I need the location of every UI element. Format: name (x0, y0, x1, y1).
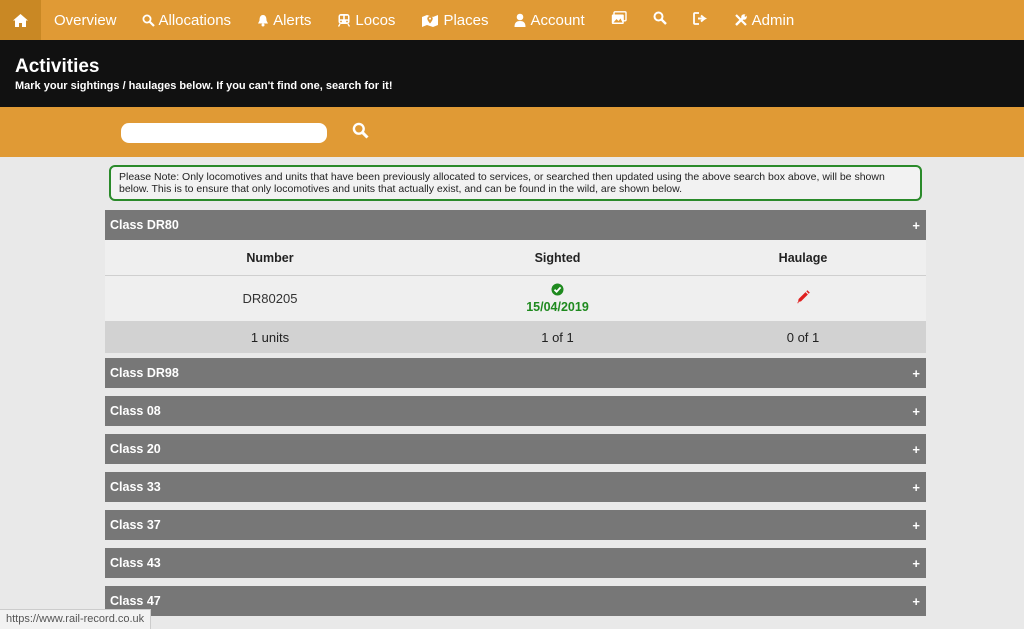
bell-icon (257, 14, 269, 27)
nav-search[interactable] (640, 0, 680, 40)
class-name: Class DR98 (110, 366, 179, 380)
expand-toggle[interactable]: + (912, 556, 920, 571)
sign-out-icon (692, 11, 708, 29)
class-header-dr80[interactable]: Class DR80 + (105, 210, 926, 240)
expand-toggle[interactable]: + (912, 480, 920, 495)
nav-overview-label: Overview (54, 11, 117, 29)
nav-account-label: Account (530, 11, 585, 29)
class-name: Class 47 (110, 594, 161, 608)
nav-alerts-label: Alerts (273, 11, 312, 29)
search-icon (352, 122, 369, 144)
map-marker-icon (421, 13, 439, 27)
nav-allocations[interactable]: Allocations (130, 0, 245, 40)
nav-overview[interactable]: Overview (41, 0, 130, 40)
class-name: Class 37 (110, 518, 161, 532)
top-nav: Overview Allocations Alerts Locos Places… (0, 0, 1024, 40)
wrench-icon (734, 13, 748, 27)
images-icon (611, 11, 627, 29)
search-plus-icon (142, 14, 155, 27)
table-footer: 1 units 1 of 1 0 of 1 (105, 321, 926, 353)
class-header[interactable]: Class 20 + (105, 434, 926, 464)
nav-gallery[interactable] (598, 0, 640, 40)
nav-logout[interactable] (680, 0, 721, 40)
home-icon (13, 13, 28, 27)
haulage-cell (680, 290, 926, 307)
nav-allocations-label: Allocations (158, 11, 232, 29)
nav-admin[interactable]: Admin (721, 0, 808, 40)
class-header[interactable]: Class 33 + (105, 472, 926, 502)
activities-content: Please Note: Only locomotives and units … (105, 163, 926, 616)
nav-admin-label: Admin (751, 11, 795, 29)
page-title: Activities (15, 56, 100, 77)
nav-account[interactable]: Account (501, 0, 597, 40)
expand-toggle[interactable]: + (912, 442, 920, 457)
home-button[interactable] (0, 0, 41, 40)
expand-toggle[interactable]: + (912, 218, 920, 233)
user-icon (514, 13, 526, 27)
nav-locos-label: Locos (355, 11, 396, 29)
search-bar (0, 107, 1024, 157)
status-bar-url: https://www.rail-record.co.uk (0, 609, 152, 629)
class-header[interactable]: Class 08 + (105, 396, 926, 426)
expand-toggle[interactable]: + (912, 404, 920, 419)
nav-alerts[interactable]: Alerts (244, 0, 324, 40)
search-button[interactable] (350, 122, 370, 144)
class-header[interactable]: Class 47 + (105, 586, 926, 616)
loco-number: DR80205 (242, 291, 298, 306)
units-count: 1 units (250, 329, 290, 345)
page-subtitle: Mark your sightings / haulages below. If… (15, 80, 393, 92)
nav-locos[interactable]: Locos (324, 0, 408, 40)
class-header[interactable]: Class 37 + (105, 510, 926, 540)
class-name: Class 20 (110, 442, 161, 456)
class-name: Class 33 (110, 480, 161, 494)
info-note: Please Note: Only locomotives and units … (109, 165, 922, 201)
sighted-date: 15/04/2019 (526, 300, 589, 314)
page-header: Activities Mark your sightings / haulage… (0, 40, 1024, 107)
expand-toggle[interactable]: + (912, 594, 920, 609)
class-name: Class 43 (110, 556, 161, 570)
column-header-number: Number (246, 250, 294, 265)
pencil-icon[interactable] (796, 290, 810, 307)
check-circle-icon[interactable] (551, 283, 564, 299)
class-header[interactable]: Class DR98 + (105, 358, 926, 388)
class-header[interactable]: Class 43 + (105, 548, 926, 578)
search-icon (653, 11, 667, 29)
table-header: Number Sighted Haulage (105, 240, 926, 276)
nav-places-label: Places (443, 11, 489, 29)
expand-toggle[interactable]: + (912, 366, 920, 381)
class-name: Class DR80 (110, 218, 179, 232)
column-header-sighted: Sighted (534, 250, 581, 265)
haulage-count: 0 of 1 (786, 329, 820, 345)
expand-toggle[interactable]: + (912, 518, 920, 533)
search-input[interactable] (121, 123, 327, 143)
nav-places[interactable]: Places (408, 0, 501, 40)
train-icon (337, 13, 351, 27)
table-row: DR80205 15/04/2019 (105, 276, 926, 321)
class-name: Class 08 (110, 404, 161, 418)
sighted-cell[interactable]: 15/04/2019 (435, 283, 680, 314)
column-header-haulage: Haulage (778, 250, 828, 265)
sighted-count: 1 of 1 (541, 329, 574, 345)
